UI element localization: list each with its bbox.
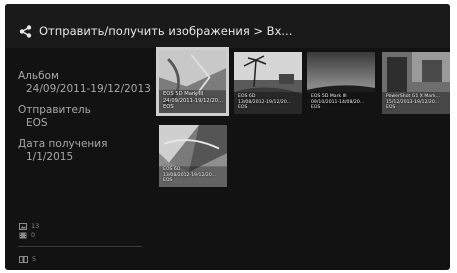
- date-received-label: Дата получения: [18, 138, 108, 150]
- photos-count: 13: [31, 222, 40, 230]
- sender-value: EOS: [26, 117, 48, 129]
- share-icon[interactable]: [19, 25, 32, 38]
- thumbnail-caption: EOS 6D 13/08/2012-19/12/20... EOS: [163, 167, 225, 184]
- album-thumbnail[interactable]: EOS 5D Mark III 09/10/2011-14/08/20... E…: [307, 52, 375, 114]
- albums-count-row: 5: [19, 255, 36, 263]
- thumbnail-sender: EOS: [238, 105, 248, 111]
- photos-count-row: 13: [19, 222, 39, 230]
- thumbnail-caption: PowerShot G1 X Mark... 15/12/2013-19/12/…: [386, 94, 448, 111]
- album-thumbnail[interactable]: EOS 6D 13/08/2012-19/12/20... EOS: [159, 125, 227, 187]
- album-info-panel: Альбом 24/09/2011-19/12/2013 Отправитель…: [5, 48, 151, 270]
- thumbnail-sender: EOS: [163, 103, 174, 110]
- thumbnail-sender: EOS: [163, 178, 173, 184]
- thumbnail-caption: EOS 6D 13/08/2012-19/12/20... EOS: [238, 94, 300, 111]
- thumbnail-sender: EOS: [386, 105, 396, 111]
- sidebar-divider: [18, 246, 142, 247]
- sender-label: Отправитель: [18, 104, 91, 116]
- thumbnail-sender: EOS: [311, 105, 321, 111]
- album-value: 24/09/2011-19/12/2013: [26, 83, 151, 95]
- date-received-value: 1/1/2015: [26, 151, 74, 163]
- photo-icon: [19, 222, 27, 230]
- page-title: Отправить/получить изображения > Вх...: [39, 24, 293, 38]
- app-screen: Отправить/получить изображения > Вх... А…: [5, 4, 450, 270]
- albums-count: 5: [32, 255, 37, 263]
- header-bar: Отправить/получить изображения > Вх...: [5, 4, 450, 48]
- album-label: Альбом: [18, 70, 59, 82]
- movies-count: 0: [31, 231, 36, 239]
- movies-count-row: 0: [19, 231, 35, 239]
- album-book-icon: [19, 255, 28, 263]
- movie-icon: [19, 232, 27, 238]
- album-thumbnail[interactable]: EOS 5D Mark III 24/09/2011-19/12/20... E…: [156, 47, 229, 116]
- thumbnail-dates: 24/09/2011-19/12/20...: [163, 97, 224, 104]
- thumbnail-caption: EOS 5D Mark III 24/09/2011-19/12/20... E…: [163, 91, 224, 110]
- album-thumbnail[interactable]: EOS 6D 13/08/2012-19/12/20... EOS: [234, 52, 302, 114]
- thumbnail-caption: EOS 5D Mark III 09/10/2011-14/08/20... E…: [311, 94, 373, 111]
- album-thumbnail[interactable]: PowerShot G1 X Mark... 15/12/2013-19/12/…: [382, 52, 450, 114]
- thumbnail-camera: PowerShot G1 X Mark...: [386, 94, 441, 100]
